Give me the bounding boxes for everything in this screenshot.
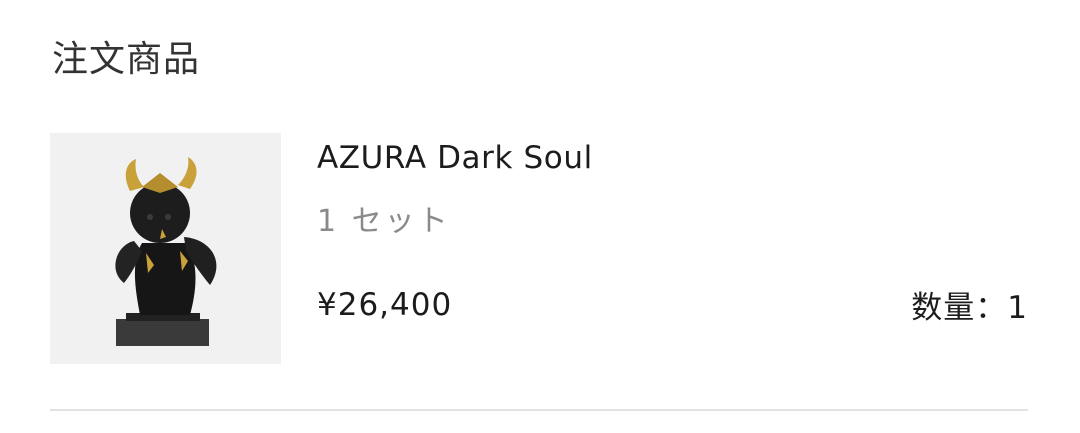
product-name[interactable]: AZURA Dark Soul: [317, 137, 593, 179]
product-variant: 1 セット: [317, 204, 451, 239]
product-quantity: 数量：1: [911, 290, 1028, 326]
figure-horn-right: [178, 157, 197, 189]
product-thumbnail[interactable]: [50, 133, 281, 364]
product-price: ¥26,400: [317, 287, 453, 323]
divider: [50, 409, 1028, 411]
figure-horn-left: [125, 159, 144, 191]
figure-product-image: [115, 157, 217, 346]
pedestal-base: [116, 319, 209, 346]
section-title: 注文商品: [52, 39, 201, 80]
order-item[interactable]: AZURA Dark Soul 1 セット ¥26,400 数量：1: [50, 133, 1030, 364]
figure-robe: [134, 243, 196, 315]
